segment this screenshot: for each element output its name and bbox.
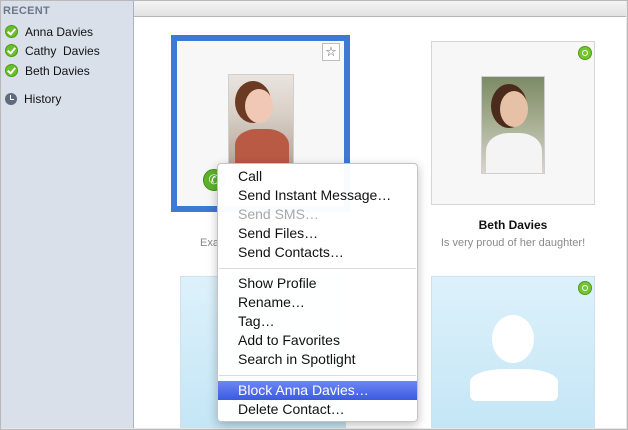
sidebar-item-anna-davies[interactable]: Anna Davies — [1, 22, 133, 41]
online-status-icon — [5, 64, 18, 77]
online-status-icon — [5, 25, 18, 38]
sidebar-item-cathy-davies[interactable]: Cathy Davies — [1, 41, 133, 60]
sidebar-item-label: Anna Davies — [25, 24, 94, 39]
contact-context-menu: Call Send Instant Message… Send SMS… Sen… — [217, 163, 418, 422]
sidebar-item-beth-davies[interactable]: Beth Davies — [1, 61, 133, 80]
menu-separator — [219, 268, 416, 269]
menu-item-block-contact[interactable]: Block Anna Davies… — [218, 381, 417, 400]
menu-item-send-contacts[interactable]: Send Contacts… — [218, 243, 417, 262]
sidebar-item-label: History — [24, 91, 62, 106]
clock-icon — [5, 92, 17, 105]
menu-item-search-in-spotlight[interactable]: Search in Spotlight — [218, 350, 417, 369]
contact-card-beth-davies[interactable] — [431, 41, 595, 205]
sidebar-heading-recent: RECENT — [3, 5, 51, 17]
sidebar-item-history[interactable]: History — [1, 89, 133, 108]
sidebar: RECENT Anna Davies Cathy Davies Beth Dav… — [1, 1, 134, 428]
toolbar — [134, 1, 626, 17]
menu-item-add-to-favorites[interactable]: Add to Favorites — [218, 331, 417, 350]
menu-separator — [219, 375, 416, 376]
sidebar-item-label: Beth Davies — [25, 63, 90, 78]
menu-item-show-profile[interactable]: Show Profile — [218, 274, 417, 293]
sidebar-item-label: Cathy Davies — [25, 43, 100, 58]
contact-photo — [481, 76, 545, 174]
avatar-silhouette-icon — [492, 315, 534, 363]
online-status-icon — [5, 44, 18, 57]
menu-item-delete-contact[interactable]: Delete Contact… — [218, 400, 417, 419]
menu-item-tag[interactable]: Tag… — [218, 312, 417, 331]
menu-item-rename[interactable]: Rename… — [218, 293, 417, 312]
online-status-icon — [578, 46, 592, 60]
contact-photo — [228, 74, 294, 164]
menu-item-send-sms: Send SMS… — [238, 206, 319, 222]
avatar-silhouette-body — [470, 369, 558, 401]
menu-item-send-instant-message[interactable]: Send Instant Message… — [218, 186, 417, 205]
contact-card-no-photo[interactable] — [431, 276, 595, 428]
star-icon[interactable]: ☆ — [322, 43, 340, 61]
contact-mood-message: Is very proud of her daughter! — [440, 237, 586, 249]
menu-item-send-files[interactable]: Send Files… — [218, 224, 417, 243]
online-status-icon — [578, 281, 592, 295]
contact-name: Beth Davies — [478, 218, 548, 232]
menu-item-call[interactable]: Call — [218, 167, 417, 186]
